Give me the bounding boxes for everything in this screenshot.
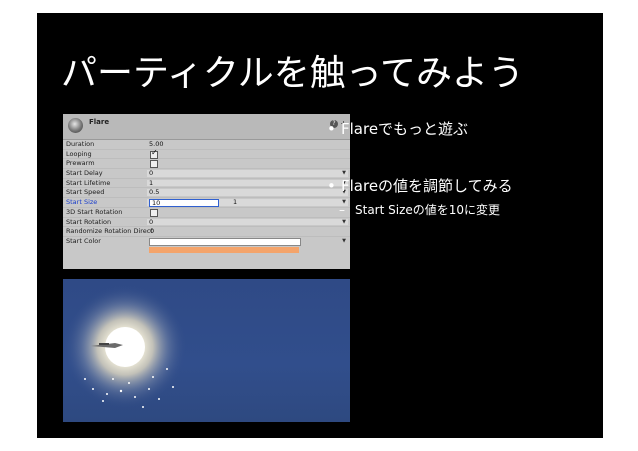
row-duration: Duration 5.00: [63, 140, 350, 150]
bullet-text: Flareでもっと遊ぶ: [341, 120, 469, 138]
prewarm-checkbox[interactable]: [150, 160, 158, 169]
flare-scene: [63, 285, 187, 409]
start-speed-field[interactable]: 0.5: [149, 188, 159, 197]
start-color-label: Start Color: [66, 236, 101, 245]
start-speed-label: Start Speed: [66, 188, 105, 197]
start-delay-label: Start Delay: [66, 169, 103, 178]
start-lifetime-field[interactable]: 1: [149, 179, 153, 188]
start-lifetime-label: Start Lifetime: [66, 178, 111, 187]
start-size-max-field[interactable]: 1: [233, 198, 237, 207]
start-size-field[interactable]: 10: [149, 199, 219, 208]
row-3d-start-rotation: 3D Start Rotation: [63, 208, 350, 218]
bullet-item: • Flareの値を調節してみる: [327, 175, 513, 196]
bullet-marker: •: [327, 177, 336, 195]
row-looping: Looping: [63, 149, 350, 160]
randomize-label: Randomize Rotation Direct: [66, 227, 153, 236]
scene-view[interactable]: [63, 279, 350, 422]
slide: パーティクルを触ってみよう Flare ? + Duration 5.00 Lo…: [37, 13, 603, 438]
row-start-lifetime: Start Lifetime 1 ▼: [63, 179, 350, 189]
duration-label: Duration: [66, 140, 95, 148]
rotation-3d-checkbox[interactable]: [150, 208, 158, 217]
sub-bullet-text: Start Sizeの値を10に変更: [355, 203, 501, 217]
row-prewarm: Prewarm: [63, 159, 350, 170]
prewarm-label: Prewarm: [66, 159, 95, 168]
start-rotation-label: Start Rotation: [66, 217, 112, 226]
row-randomize-rotation: Randomize Rotation Direct 0: [63, 227, 350, 237]
looping-checkbox[interactable]: [150, 149, 158, 159]
row-start-color: Start Color ▼: [63, 237, 350, 253]
sub-bullet-item: – Start Sizeの値を10に変更: [339, 201, 500, 218]
start-size-label: Start Size: [66, 198, 98, 207]
start-color-dropdown-icon[interactable]: ▼: [342, 237, 346, 246]
looping-label: Looping: [66, 149, 92, 158]
bullet-item: • Flareでもっと遊ぶ: [327, 118, 468, 139]
inspector-header[interactable]: Flare ? +: [63, 114, 350, 140]
particle-system-inspector: Flare ? + Duration 5.00 Looping Prewarm …: [63, 114, 350, 269]
randomize-field[interactable]: 0: [150, 227, 154, 236]
start-color-swatch[interactable]: [149, 237, 301, 246]
row-start-rotation: Start Rotation 0 ▼: [63, 218, 350, 228]
sub-bullet-marker: –: [339, 203, 345, 217]
start-rotation-field[interactable]: 0: [149, 218, 153, 227]
start-delay-field[interactable]: 0: [149, 169, 153, 178]
component-name: Flare: [89, 118, 110, 126]
start-rotation-dropdown-icon[interactable]: ▼: [342, 218, 346, 227]
slide-title: パーティクルを触ってみよう: [61, 53, 524, 94]
row-start-delay: Start Delay 0 ▼: [63, 169, 350, 179]
particle-system-icon: [68, 118, 83, 133]
rotation-3d-label: 3D Start Rotation: [66, 207, 123, 216]
row-start-size: Start Size 10 1 ▼: [63, 198, 350, 208]
row-start-speed: Start Speed 0.5 ▼: [63, 188, 350, 199]
bullet-text: Flareの値を調節してみる: [341, 177, 513, 195]
bullet-marker: •: [327, 120, 336, 138]
color-gradient-bar: [149, 246, 299, 253]
